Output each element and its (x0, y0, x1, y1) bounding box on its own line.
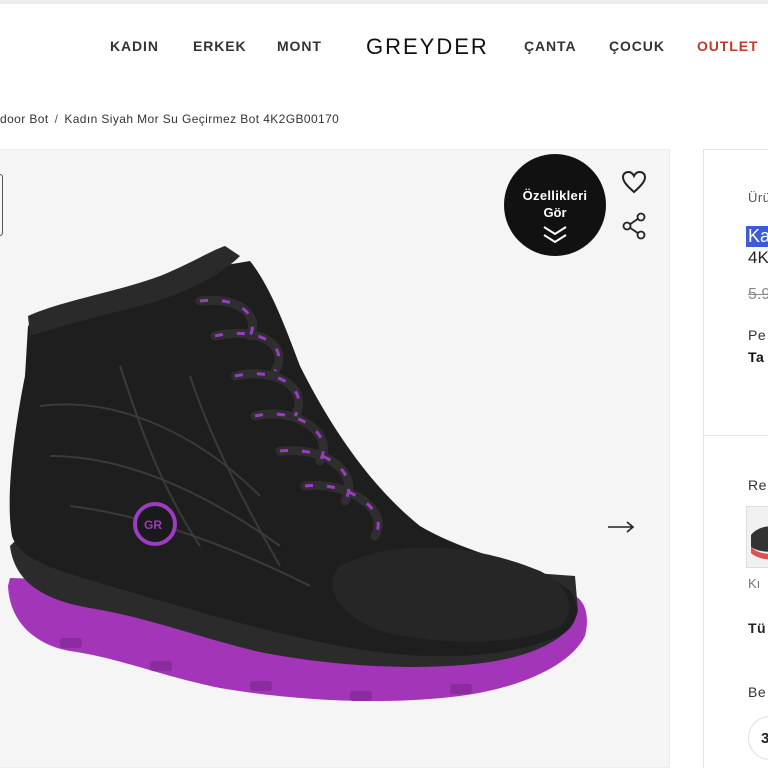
breadcrumb-item-current: Kadın Siyah Mor Su Geçirmez Bot 4K2GB001… (64, 112, 340, 126)
info-value[interactable]: Ta (748, 349, 764, 365)
share-icon[interactable] (621, 212, 649, 240)
color-section-label: Re (748, 477, 767, 493)
product-info-panel: Ürü Ka 4K 5.9 Pe Ta (703, 149, 768, 407)
chevron-down-icon (543, 226, 567, 244)
product-image: GR (8, 246, 587, 702)
product-name-line1: Ka (746, 226, 768, 247)
panel-divider (703, 406, 768, 436)
size-option[interactable]: 3 (748, 716, 768, 760)
arrow-right-icon[interactable] (606, 517, 636, 537)
top-border (0, 0, 768, 4)
old-price: 5.9 (748, 286, 768, 303)
heart-icon[interactable] (620, 168, 648, 196)
svg-text:GR: GR (144, 518, 162, 532)
color-swatch[interactable] (746, 506, 768, 568)
product-name-line2: 4K (748, 248, 768, 267)
nav-outlet[interactable]: OUTLET (697, 38, 758, 54)
product-gallery: GR Özellikleri Gör (0, 149, 670, 768)
nav-mont[interactable]: MONT (277, 38, 322, 54)
info-label: Pe (748, 327, 767, 343)
product-label: Ürü (748, 190, 768, 205)
nav-kadin[interactable]: KADIN (110, 38, 159, 54)
nav-canta[interactable]: ÇANTA (524, 38, 576, 54)
variant-panel: Re Kı Tü Be 3 (703, 435, 768, 768)
nav-cocuk[interactable]: ÇOCUK (609, 38, 665, 54)
size-section-label: Be (748, 684, 767, 700)
size-option-label: 3 (761, 730, 768, 747)
swatch-caption: Kı (748, 576, 761, 591)
features-label-line2: Gör (543, 205, 567, 220)
features-label-line1: Özellikleri (522, 188, 588, 203)
breadcrumb: door Bot / Kadın Siyah Mor Su Geçirmez Bot… (0, 112, 339, 126)
swatch-image (751, 526, 768, 560)
features-button[interactable]: Özellikleri Gör (504, 154, 606, 256)
all-colors-link[interactable]: Tü (748, 620, 766, 636)
brand-logo[interactable]: GREYDER (366, 34, 489, 60)
breadcrumb-item-category[interactable]: door Bot (0, 112, 49, 126)
nav-erkek[interactable]: ERKEK (193, 38, 247, 54)
breadcrumb-separator: / (54, 112, 59, 126)
